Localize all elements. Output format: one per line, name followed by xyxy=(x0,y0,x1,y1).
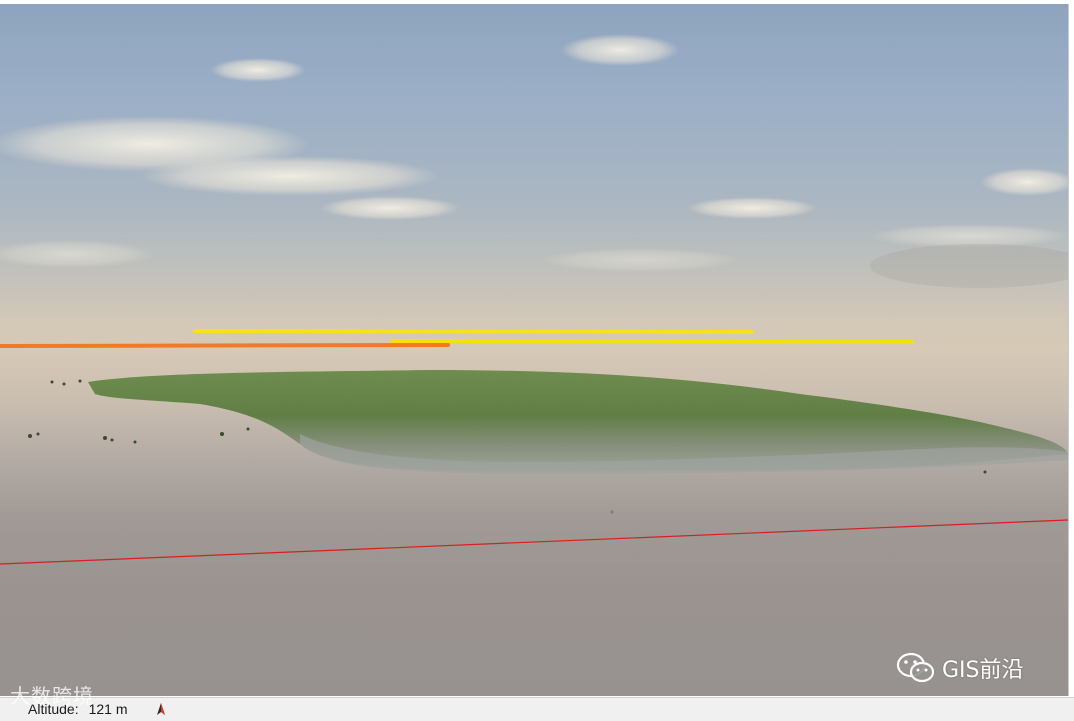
wechat-icon xyxy=(896,652,935,683)
cloud xyxy=(140,156,440,196)
cloud xyxy=(560,34,680,66)
cloud xyxy=(0,240,155,268)
3d-viewport[interactable] xyxy=(0,4,1069,696)
point-cloud xyxy=(28,370,1068,514)
status-bar: Altitude: 121 m xyxy=(0,697,1074,721)
watermark-gis: GIS前沿 xyxy=(896,652,1024,684)
app-frame: GIS前沿 Altitude: 121 m 大数跨境 xyxy=(0,0,1074,721)
cloud xyxy=(210,58,306,82)
north-arrow-icon[interactable] xyxy=(154,702,168,716)
cloud xyxy=(540,248,740,272)
watermark-gis-text: GIS前沿 xyxy=(942,658,1024,683)
cloud xyxy=(320,196,460,220)
flight-lines xyxy=(0,329,914,348)
altitude-value: 121 m xyxy=(88,701,128,717)
watermark-left-text: 大数跨境 xyxy=(10,684,94,708)
cloud xyxy=(687,197,817,219)
flight-line-yellow-upper xyxy=(193,329,754,334)
cloud xyxy=(980,168,1068,196)
watermark-dashujiajing: 大数跨境 xyxy=(10,680,94,709)
clouds xyxy=(0,34,1068,272)
flight-line-orange xyxy=(0,343,450,348)
cloud-shadow xyxy=(870,244,1068,288)
red-reference-line xyxy=(0,519,1068,565)
scene-svg xyxy=(0,34,1068,565)
flight-line-yellow-lower xyxy=(390,339,914,344)
